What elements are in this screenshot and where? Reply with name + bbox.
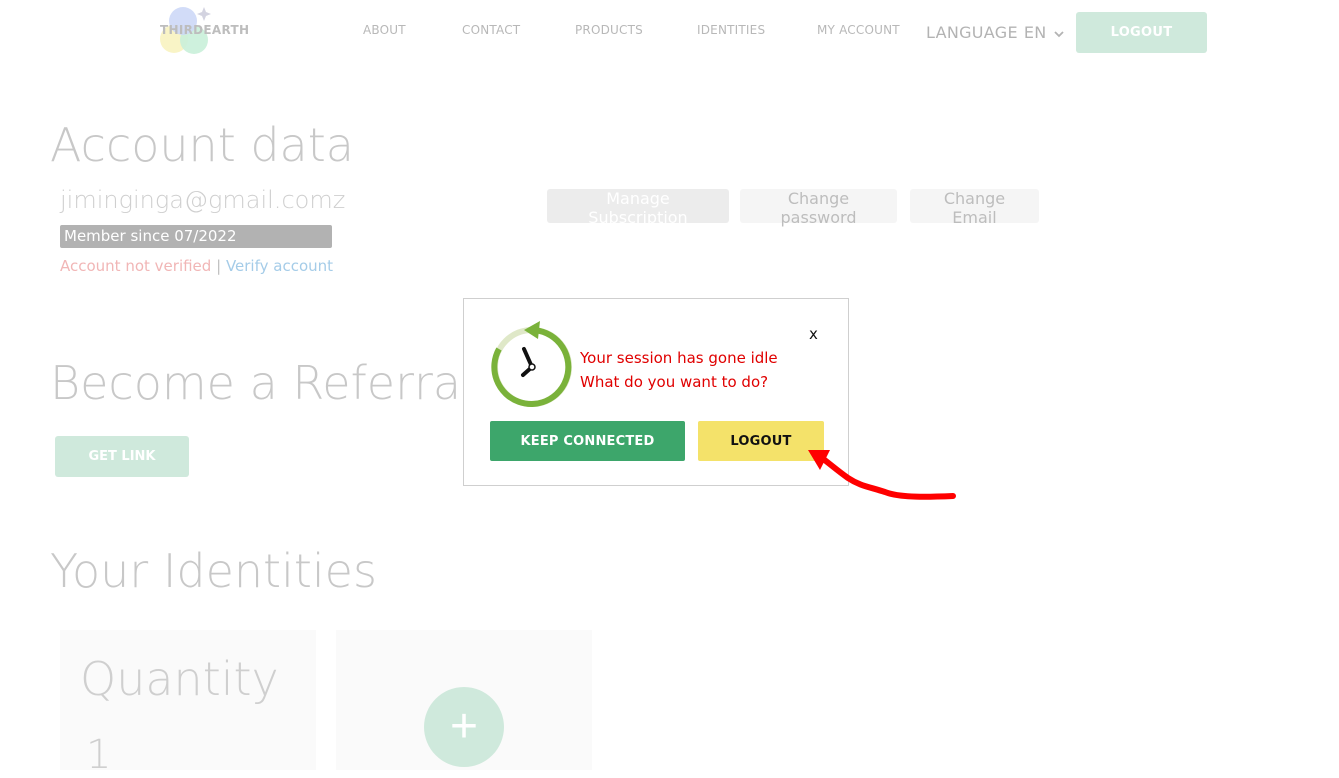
idle-clock-icon <box>491 321 572 407</box>
member-since-badge: Member since 07/2022 <box>60 225 332 248</box>
get-link-button[interactable]: GET LINK <box>55 436 189 477</box>
manage-subscription-button[interactable]: Manage Subscription <box>547 189 729 227</box>
nav-products[interactable]: PRODUCTS <box>575 23 643 37</box>
change-email-button[interactable]: Change Email <box>910 189 1039 227</box>
referral-title: Become a Referral <box>50 356 474 410</box>
verification-status: Account not verified | Verify account <box>60 257 333 275</box>
chevron-down-icon <box>1054 30 1064 37</box>
nav-about[interactable]: ABOUT <box>363 23 406 37</box>
add-identity-card: + <box>336 630 592 770</box>
account-title: Account data <box>50 118 354 172</box>
brand-name: THIRDEARTH <box>160 23 250 37</box>
nav-identities[interactable]: IDENTITIES <box>697 23 765 37</box>
idle-message-line2: What do you want to do? <box>580 373 769 391</box>
quantity-value: 1 <box>86 732 112 778</box>
verify-account-link[interactable]: Verify account <box>226 257 333 275</box>
nav-contact[interactable]: CONTACT <box>462 23 520 37</box>
language-selector[interactable]: LANGUAGE EN <box>926 23 1064 42</box>
language-code: EN <box>1023 23 1047 42</box>
not-verified-text: Account not verified <box>60 257 212 275</box>
quantity-label: Quantity <box>80 652 279 706</box>
quantity-card: Quantity 1 <box>60 630 316 778</box>
nav-my-account[interactable]: MY ACCOUNT <box>817 23 900 37</box>
language-label: LANGUAGE <box>926 23 1018 42</box>
identities-title: Your Identities <box>50 544 377 598</box>
add-identity-button[interactable]: + <box>424 687 504 767</box>
close-dialog-button[interactable]: x <box>809 325 818 343</box>
idle-message-line1: Your session has gone idle <box>580 349 778 367</box>
separator: | <box>216 257 222 275</box>
keep-connected-button[interactable]: KEEP CONNECTED <box>490 421 685 461</box>
idle-session-dialog: x Your session has gone idle What do you… <box>463 298 849 486</box>
header-logout-button[interactable]: LOGOUT <box>1076 12 1207 53</box>
idle-message: Your session has gone idle What do you w… <box>580 346 778 394</box>
account-email: jiminginga@gmail.comz <box>60 186 346 214</box>
change-password-button[interactable]: Change password <box>740 189 897 227</box>
annotation-arrow-icon <box>808 450 956 500</box>
